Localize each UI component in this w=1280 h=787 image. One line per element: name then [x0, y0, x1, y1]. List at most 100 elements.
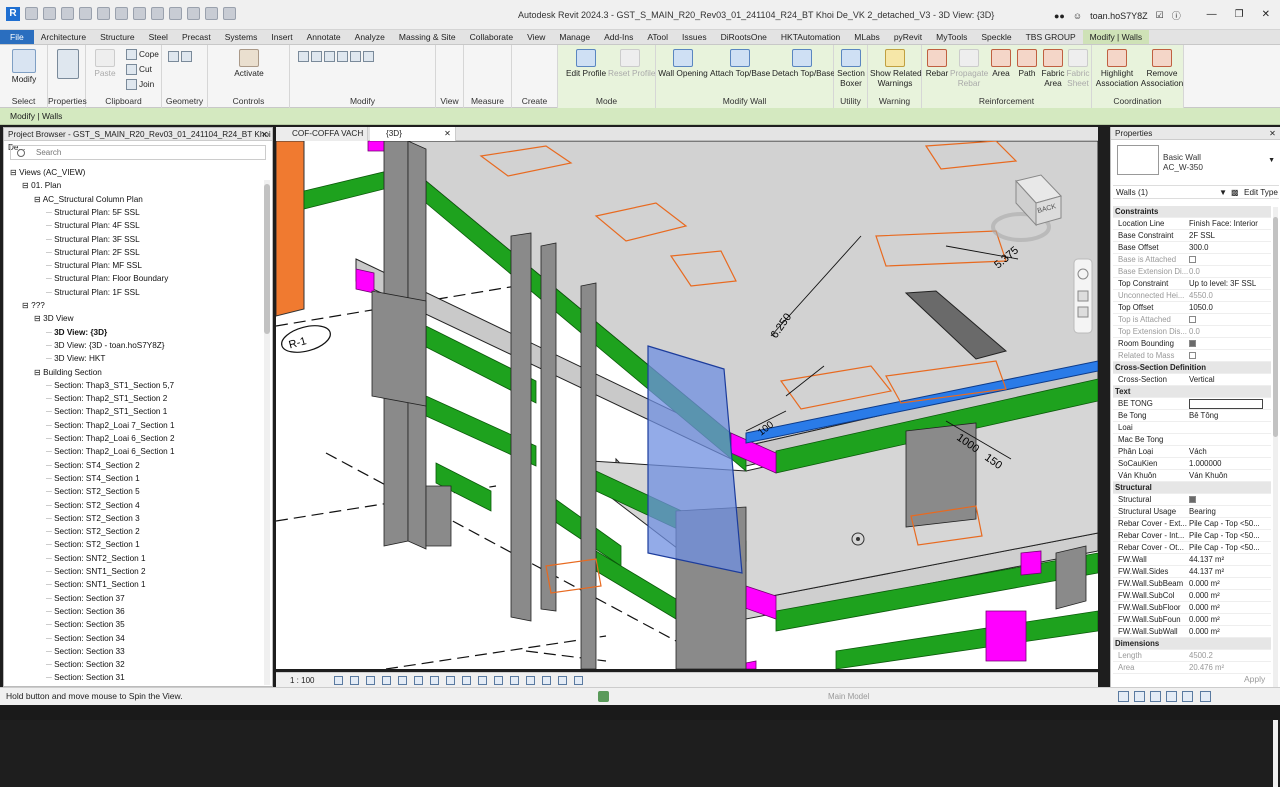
property-row[interactable]: BE TONG — [1113, 398, 1271, 410]
tab-cof-coffa-vach[interactable]: COF-COFFA VACH — [276, 127, 368, 141]
tab-steel[interactable]: Steel — [142, 30, 175, 44]
property-row[interactable]: Base is Attached — [1113, 254, 1271, 266]
tab-pyrevit[interactable]: pyRevit — [887, 30, 929, 44]
checkbox[interactable] — [1189, 316, 1196, 324]
help-icon[interactable]: ⓘ — [1172, 9, 1181, 22]
tab-tbs-group[interactable]: TBS GROUP — [1019, 30, 1083, 44]
property-value[interactable]: Ván Khuôn — [1189, 470, 1269, 482]
section-boxer-button[interactable]: Section Boxer — [836, 49, 866, 88]
property-value[interactable]: Bê Tông — [1189, 410, 1269, 422]
render-icon[interactable] — [398, 676, 407, 685]
tree-item[interactable]: ⊟ Building Section — [34, 366, 102, 379]
property-value[interactable]: 1050.0 — [1189, 302, 1269, 314]
property-row[interactable]: FW.Wall.Sides 44.137 m² — [1113, 566, 1271, 578]
property-row[interactable]: Related to Mass — [1113, 350, 1271, 362]
property-row[interactable]: FW.Wall.SubFoun 0.000 m² — [1113, 614, 1271, 626]
tree-item[interactable]: ─ Section: Section 35 — [46, 618, 125, 631]
tree-item[interactable]: ⊟ ??? — [22, 299, 45, 312]
property-value[interactable]: 4550.0 — [1189, 290, 1269, 302]
checkbox[interactable] — [1189, 256, 1196, 264]
worksharing-display-icon[interactable] — [542, 676, 551, 685]
property-row[interactable]: Location Line Finish Face: Interior — [1113, 218, 1271, 230]
tab-analyze[interactable]: Analyze — [348, 30, 392, 44]
tree-item[interactable]: ─ Section: Thap2_Loai 7_Section 1 — [46, 419, 175, 432]
property-value[interactable]: 0.000 m² — [1189, 602, 1269, 614]
property-row[interactable]: SoCauKien 1.000000 — [1113, 458, 1271, 470]
tree-item[interactable]: ─ Section: ST2_Section 3 — [46, 512, 140, 525]
tab-precast[interactable]: Precast — [175, 30, 218, 44]
tree-item[interactable]: ─ 3D View: {3D - toan.hoS7Y8Z} — [46, 339, 165, 352]
property-row[interactable]: Structural — [1113, 494, 1271, 506]
property-row[interactable]: Top Extension Dis... 0.0 — [1113, 326, 1271, 338]
property-category[interactable]: Constraints — [1113, 206, 1271, 218]
checkbox[interactable] — [1189, 340, 1196, 348]
visual-style-icon[interactable] — [350, 676, 359, 685]
property-row[interactable]: Structural Usage Bearing — [1113, 506, 1271, 518]
fabric-area-button[interactable]: Fabric Area — [1040, 49, 1066, 88]
tree-item[interactable]: ─ Section: ST4_Section 1 — [46, 472, 140, 485]
scroll-thumb[interactable] — [1273, 217, 1278, 437]
property-row[interactable]: Cross-Section Vertical — [1113, 374, 1271, 386]
property-value[interactable] — [1189, 338, 1269, 350]
property-value[interactable]: 20.476 m² — [1189, 662, 1269, 674]
shadows-icon[interactable] — [382, 676, 391, 685]
close-icon[interactable]: ✕ — [261, 128, 268, 141]
binoculars-icon[interactable]: ●● — [1054, 11, 1065, 21]
reset-profile-button[interactable]: Reset Profile — [608, 49, 656, 78]
area-button[interactable]: Area — [988, 49, 1014, 78]
property-value[interactable]: Up to level: 3F SSL — [1189, 278, 1269, 290]
checkbox[interactable] — [1189, 352, 1196, 360]
select-links-icon[interactable] — [1118, 691, 1129, 702]
close-hidden-icon[interactable] — [223, 7, 236, 20]
tab-collaborate[interactable]: Collaborate — [463, 30, 520, 44]
select-pinned-icon[interactable] — [1150, 691, 1161, 702]
paste-button[interactable]: Paste — [90, 49, 120, 78]
navigation-bar[interactable] — [1073, 258, 1093, 334]
active-model[interactable]: Main Model — [828, 692, 869, 701]
collapse-icon[interactable]: ⊟ — [34, 195, 43, 204]
tab-mlabs[interactable]: MLabs — [847, 30, 887, 44]
property-row[interactable]: Rebar Cover - Ot... Pile Cap - Top <50... — [1113, 542, 1271, 554]
tab-file[interactable]: File — [0, 30, 34, 44]
tree-item[interactable]: ─ Section: Section 37 — [46, 592, 125, 605]
close-icon[interactable]: ✕ — [1262, 9, 1270, 20]
3d-view-icon[interactable] — [187, 7, 200, 20]
close-icon[interactable]: ✕ — [444, 127, 451, 141]
tree-item[interactable]: ─ Section: Section 36 — [46, 605, 125, 618]
property-row[interactable]: FW.Wall.SubWall 0.000 m² — [1113, 626, 1271, 638]
tree-item[interactable]: ─ Section: ST2_Section 2 — [46, 525, 140, 538]
browser-scrollbar[interactable] — [264, 180, 270, 685]
property-value[interactable]: 44.137 m² — [1189, 566, 1269, 578]
tree-item[interactable]: ⊟ AC_Structural Column Plan — [34, 193, 143, 206]
property-row[interactable]: Loai — [1113, 422, 1271, 434]
property-row[interactable]: Rebar Cover - Ext... Pile Cap - Top <50..… — [1113, 518, 1271, 530]
tab-manage[interactable]: Manage — [552, 30, 597, 44]
tab-add-ins[interactable]: Add-Ins — [597, 30, 640, 44]
property-row[interactable]: FW.Wall.SubFloor 0.000 m² — [1113, 602, 1271, 614]
cart-icon[interactable]: ☑ — [1156, 10, 1164, 21]
tree-item[interactable]: ─ Section: Section 34 — [46, 632, 125, 645]
tree-item[interactable]: ─ Section: SNT1_Section 1 — [46, 578, 146, 591]
tab-hktautomation[interactable]: HKTAutomation — [774, 30, 847, 44]
highlight-association-button[interactable]: Highlight Association — [1094, 49, 1140, 88]
property-value[interactable]: 44.137 m² — [1189, 554, 1269, 566]
property-value[interactable] — [1189, 494, 1269, 506]
property-value[interactable]: Pile Cap - Top <50... — [1189, 518, 1269, 530]
lock-view-icon[interactable] — [414, 676, 423, 685]
property-value[interactable]: Pile Cap - Top <50... — [1189, 542, 1269, 554]
highlight-displacement-icon[interactable] — [510, 676, 519, 685]
property-row[interactable]: Room Bounding — [1113, 338, 1271, 350]
cut-button[interactable]: Cut — [126, 64, 152, 76]
property-value[interactable]: 0.000 m² — [1189, 614, 1269, 626]
property-row[interactable]: Rebar Cover - Int... Pile Cap - Top <50..… — [1113, 530, 1271, 542]
temporary-hide-icon[interactable] — [462, 676, 471, 685]
open-icon[interactable] — [25, 7, 38, 20]
tree-item[interactable]: ⊟ 3D View — [34, 312, 73, 325]
tab-atool[interactable]: ATool — [640, 30, 675, 44]
edit-profile-button[interactable]: Edit Profile — [564, 49, 608, 78]
tree-item[interactable]: ⊟ 01. Plan — [22, 179, 61, 192]
chevron-down-icon[interactable]: ▼ — [1219, 186, 1227, 200]
drag-elements-icon[interactable] — [1182, 691, 1193, 702]
collapse-icon[interactable]: ⊟ — [34, 314, 43, 323]
rebar-button[interactable]: Rebar — [924, 49, 950, 78]
